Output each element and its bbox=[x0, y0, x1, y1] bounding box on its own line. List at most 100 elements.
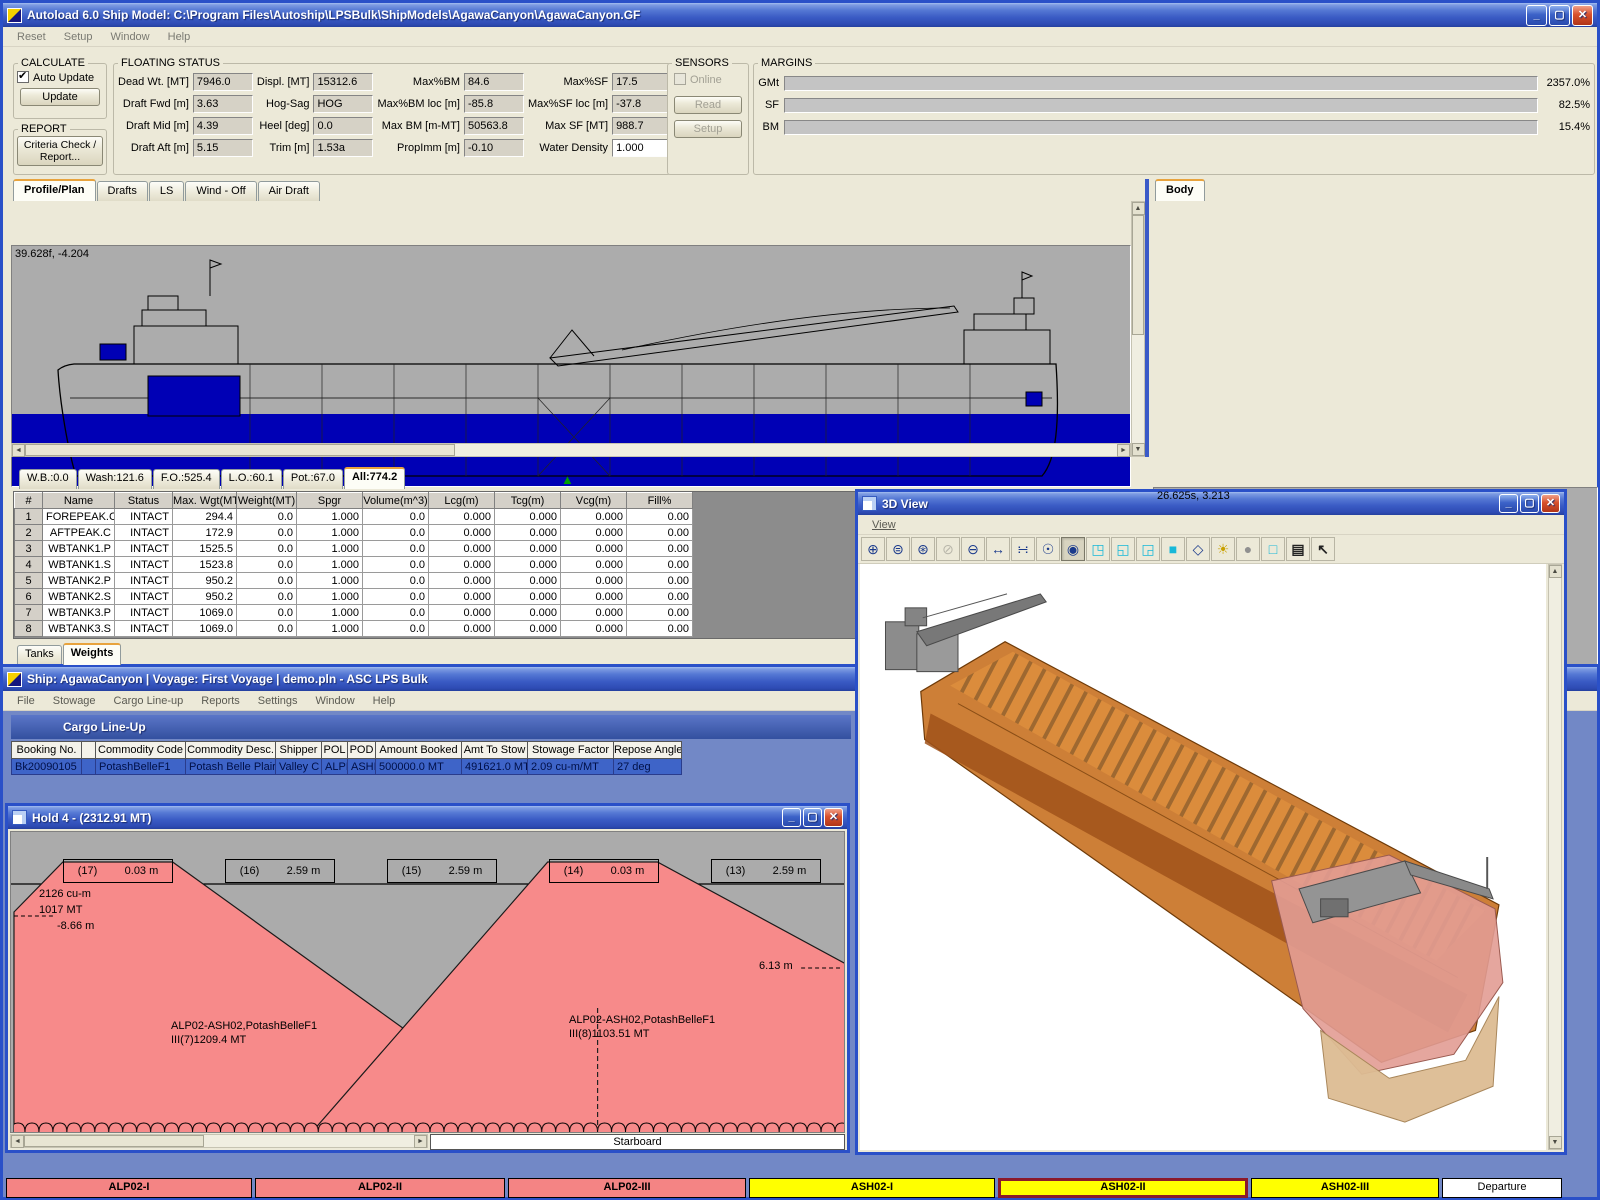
hold-hscrollbar[interactable]: ◄ ► bbox=[10, 1134, 428, 1148]
hold-minimize-button[interactable]: _ bbox=[782, 808, 801, 827]
profile-hscrollbar[interactable]: ◄ ► bbox=[11, 443, 1131, 457]
column-header[interactable]: Fill% bbox=[627, 493, 693, 509]
tank-tab[interactable]: F.O.:525.4 bbox=[153, 469, 220, 489]
column-header[interactable]: Commodity Code bbox=[96, 742, 186, 759]
scroll-left-icon[interactable]: ◄ bbox=[11, 1135, 24, 1148]
pane-splitter[interactable] bbox=[1145, 179, 1149, 457]
transparency-icon[interactable]: □ bbox=[1261, 537, 1285, 561]
view3d-minimize-button[interactable]: _ bbox=[1499, 494, 1518, 513]
column-header[interactable]: Status bbox=[115, 493, 173, 509]
view-iso-nw-icon[interactable]: ◳ bbox=[1086, 537, 1110, 561]
menu-item[interactable]: Reports bbox=[193, 693, 248, 709]
column-header[interactable]: # bbox=[15, 493, 43, 509]
menu-item[interactable]: Cargo Line-up bbox=[106, 693, 192, 709]
column-header[interactable]: Max. Wgt(MT) bbox=[173, 493, 237, 509]
column-header[interactable]: POD bbox=[348, 742, 376, 759]
render-icon[interactable]: ● bbox=[1236, 537, 1260, 561]
scroll-down-icon[interactable]: ▼ bbox=[1132, 443, 1145, 456]
hold-canvas[interactable]: (17)0.03 m (16)2.59 m (15)2.59 m (14)0.0… bbox=[10, 831, 845, 1133]
bottom-tab[interactable]: Tanks bbox=[17, 645, 62, 665]
view-menu[interactable]: View bbox=[864, 517, 904, 533]
light-icon[interactable]: ☀ bbox=[1211, 537, 1235, 561]
scroll-up-icon[interactable]: ▲ bbox=[1132, 202, 1145, 215]
auto-update-checkbox[interactable] bbox=[17, 71, 29, 83]
column-header[interactable]: Repose Angle bbox=[614, 742, 682, 759]
column-header[interactable]: Lcg(m) bbox=[429, 493, 495, 509]
stow-tab-ash02-3[interactable]: ASH02-III bbox=[1251, 1178, 1439, 1198]
tank-tab[interactable]: L.O.:60.1 bbox=[221, 469, 282, 489]
menu-item[interactable]: Window bbox=[308, 693, 363, 709]
menu-item[interactable]: File bbox=[9, 693, 43, 709]
menu-item[interactable]: Settings bbox=[250, 693, 306, 709]
zoom-out-icon[interactable]: ⊖ bbox=[961, 537, 985, 561]
auto-update-row[interactable]: Auto Update bbox=[14, 69, 106, 84]
hold-title-bar[interactable]: Hold 4 - (2312.91 MT) _ ▢ ✕ bbox=[8, 806, 847, 829]
column-header[interactable] bbox=[82, 742, 96, 759]
tank-row[interactable]: 4 WBTANK1.S INTACT 1523.8 0.0 1.000 0.0 … bbox=[15, 557, 693, 573]
tank-row[interactable]: 7 WBTANK3.P INTACT 1069.0 0.0 1.000 0.0 … bbox=[15, 605, 693, 621]
column-header[interactable]: Name bbox=[43, 493, 115, 509]
view-tab[interactable]: LS bbox=[149, 181, 184, 201]
main-title-bar[interactable]: Autoload 6.0 Ship Model: C:\Program File… bbox=[3, 3, 1597, 27]
column-header[interactable]: Booking No. bbox=[12, 742, 82, 759]
cargo-row[interactable]: Bk20090105 PotashBelleF1 Potash Belle Pl… bbox=[12, 759, 682, 775]
pan-icon[interactable]: ↔ bbox=[986, 537, 1010, 561]
column-header[interactable]: Shipper bbox=[276, 742, 322, 759]
zoom-in-icon[interactable]: ⊕ bbox=[861, 537, 885, 561]
zoom-extents-icon[interactable]: ⊛ bbox=[911, 537, 935, 561]
solid-view-icon[interactable]: ■ bbox=[1161, 537, 1185, 561]
wireframe-view-icon[interactable]: ◇ bbox=[1186, 537, 1210, 561]
menu-item[interactable]: Stowage bbox=[45, 693, 104, 709]
tank-tab[interactable]: Pot.:67.0 bbox=[283, 469, 343, 489]
column-header[interactable]: Stowage Factor bbox=[528, 742, 614, 759]
update-button[interactable]: Update bbox=[20, 88, 100, 106]
column-header[interactable]: Weight(MT) bbox=[237, 493, 297, 509]
column-header[interactable]: Amt To Stow bbox=[462, 742, 528, 759]
stow-tab-alp02-1[interactable]: ALP02-I bbox=[6, 1178, 252, 1198]
column-header[interactable]: Spgr bbox=[297, 493, 363, 509]
column-header[interactable]: POL bbox=[322, 742, 348, 759]
orbit-horizontal-icon[interactable]: ☉ bbox=[1036, 537, 1060, 561]
scroll-right-icon[interactable]: ► bbox=[414, 1135, 427, 1148]
view-tab[interactable]: Profile/Plan bbox=[13, 179, 96, 201]
zoom-previous-icon[interactable]: ⊘ bbox=[936, 537, 960, 561]
view-iso-se-icon[interactable]: ◲ bbox=[1136, 537, 1160, 561]
body-tab[interactable]: Body bbox=[1155, 179, 1205, 201]
tank-tab[interactable]: Wash:121.6 bbox=[78, 469, 152, 489]
status-value[interactable]: -37.8 bbox=[612, 95, 672, 113]
view3d-maximize-button[interactable]: ▢ bbox=[1520, 494, 1539, 513]
view3d-canvas[interactable] bbox=[860, 564, 1546, 1150]
view-tab[interactable]: Wind - Off bbox=[185, 181, 256, 201]
column-header[interactable]: Commodity Desc. bbox=[186, 742, 276, 759]
menu-item[interactable]: Window bbox=[103, 29, 158, 45]
hold-close-button[interactable]: ✕ bbox=[824, 808, 843, 827]
column-header[interactable]: Volume(m^3) bbox=[363, 493, 429, 509]
column-header[interactable]: Tcg(m) bbox=[495, 493, 561, 509]
stow-tab-ash02-2[interactable]: ASH02-II bbox=[998, 1178, 1248, 1198]
stow-tab-departure[interactable]: Departure bbox=[1442, 1178, 1562, 1198]
tank-tab[interactable]: All:774.2 bbox=[344, 467, 405, 489]
profile-vscrollbar[interactable]: ▲ ▼ bbox=[1131, 201, 1145, 457]
menu-item[interactable]: Reset bbox=[9, 29, 54, 45]
close-button[interactable]: ✕ bbox=[1572, 5, 1593, 26]
view3d-close-button[interactable]: ✕ bbox=[1541, 494, 1560, 513]
orbit-free-icon[interactable]: ◉ bbox=[1061, 537, 1085, 561]
tank-row[interactable]: 8 WBTANK3.S INTACT 1069.0 0.0 1.000 0.0 … bbox=[15, 621, 693, 637]
hold-maximize-button[interactable]: ▢ bbox=[803, 808, 822, 827]
scroll-right-icon[interactable]: ► bbox=[1117, 444, 1130, 457]
tank-row[interactable]: 3 WBTANK1.P INTACT 1525.5 0.0 1.000 0.0 … bbox=[15, 541, 693, 557]
walk-view-icon[interactable]: ∺ bbox=[1011, 537, 1035, 561]
menu-item[interactable]: Help bbox=[160, 29, 199, 45]
bottom-tab[interactable]: Weights bbox=[63, 643, 122, 665]
tank-row[interactable]: 2 AFTPEAK.C INTACT 172.9 0.0 1.000 0.0 0… bbox=[15, 525, 693, 541]
view-tab[interactable]: Air Draft bbox=[258, 181, 320, 201]
tank-row[interactable]: 6 WBTANK2.S INTACT 950.2 0.0 1.000 0.0 0… bbox=[15, 589, 693, 605]
tank-row[interactable]: 5 WBTANK2.P INTACT 950.2 0.0 1.000 0.0 0… bbox=[15, 573, 693, 589]
zoom-dynamic-icon[interactable]: ⊜ bbox=[886, 537, 910, 561]
menu-item[interactable]: Setup bbox=[56, 29, 101, 45]
scroll-left-icon[interactable]: ◄ bbox=[12, 444, 25, 457]
scroll-down-icon[interactable]: ▼ bbox=[1549, 1136, 1562, 1149]
view3d-vscrollbar[interactable]: ▲ ▼ bbox=[1548, 564, 1562, 1150]
stow-tab-alp02-2[interactable]: ALP02-II bbox=[255, 1178, 505, 1198]
print-icon[interactable]: ▤ bbox=[1286, 537, 1310, 561]
